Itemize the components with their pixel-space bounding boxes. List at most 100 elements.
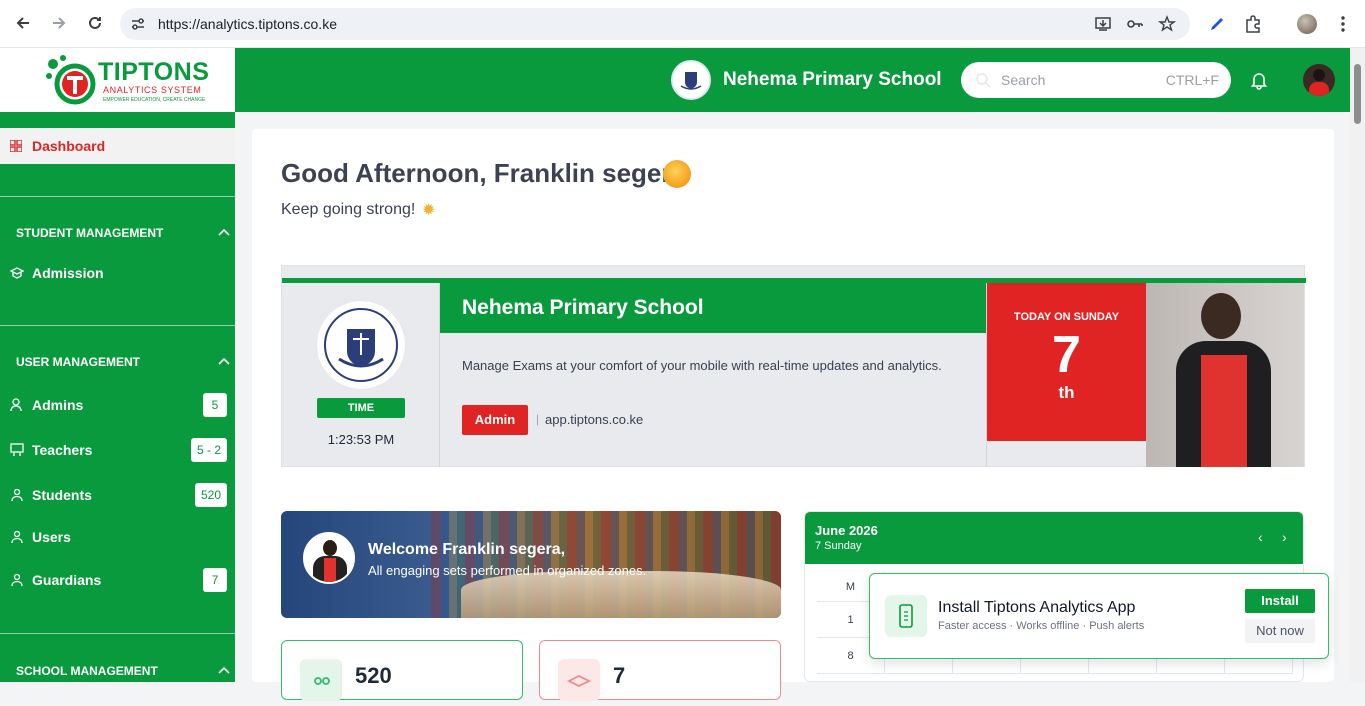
greeting-subtitle: Keep going strong! <box>281 201 416 218</box>
graduation-cap-icon <box>558 659 600 701</box>
calendar-prev-button[interactable]: ‹ <box>1258 529 1263 545</box>
calendar-header: June 2026 7 Sunday ‹ › <box>805 512 1303 564</box>
time-value: 1:23:53 PM <box>327 432 395 447</box>
sidebar-item-label: Admins <box>32 397 84 413</box>
section-student-management[interactable]: STUDENT MANAGEMENT <box>16 226 163 240</box>
sidebar-item-label: Users <box>32 529 71 545</box>
calendar-month: June 2026 <box>815 523 878 538</box>
admin-role-button[interactable]: Admin <box>462 405 528 435</box>
sidebar-item-dashboard[interactable]: Dashboard <box>0 128 235 164</box>
sidebar-item-label: Dashboard <box>32 138 106 154</box>
graduation-cap-icon <box>10 267 24 279</box>
bookmark-star-icon[interactable] <box>1158 15 1176 33</box>
extension-pen-icon[interactable] <box>1207 14 1227 34</box>
sidebar-item-label: Students <box>32 487 92 503</box>
search-icon <box>976 73 991 88</box>
extensions-puzzle-icon[interactable] <box>1243 14 1263 34</box>
sidebar-item-admins[interactable]: Admins 5 <box>0 393 235 418</box>
logo-subtitle: ANALYTICS SYSTEM <box>103 85 202 95</box>
sidebar-item-label: Teachers <box>32 442 93 458</box>
sidebar-item-label: Guardians <box>32 572 102 588</box>
sidebar: Dashboard STUDENT MANAGEMENT Admission U… <box>0 112 235 682</box>
sun-icon <box>663 160 691 188</box>
time-label: TIME <box>317 398 405 418</box>
date-heading: TODAY ON SUNDAY <box>1013 311 1120 323</box>
stat-card-students[interactable]: 520 <box>281 640 523 701</box>
page-scrollbar[interactable] <box>1350 48 1365 682</box>
count-badge: 5 - 2 <box>190 438 227 462</box>
search-placeholder: Search <box>1001 72 1046 88</box>
app-link[interactable]: app.tiptons.co.ke <box>545 412 643 427</box>
password-key-icon[interactable] <box>1126 15 1144 33</box>
phone-app-icon <box>885 595 927 637</box>
greeting-heading: Good Afternoon, Franklin segera <box>281 158 686 188</box>
tiptons-logo-mark-icon <box>46 55 96 105</box>
users-group-icon <box>11 530 23 544</box>
sidebar-item-admission[interactable]: Admission <box>0 262 235 286</box>
school-banner: TIME 1:23:53 PM Nehema Primary School Ma… <box>281 265 1306 467</box>
admin-user-icon <box>10 398 22 412</box>
chevron-up-icon[interactable] <box>218 666 230 674</box>
section-user-management[interactable]: USER MANAGEMENT <box>16 355 140 369</box>
count-badge: 520 <box>194 483 227 507</box>
chevron-up-icon[interactable] <box>218 228 230 236</box>
count-badge: 5 <box>203 393 227 417</box>
header-school-name: Nehema Primary School <box>723 69 942 90</box>
dashboard-grid-icon <box>10 140 22 152</box>
notification-bell-icon[interactable] <box>1249 70 1269 90</box>
banner-separator: | <box>536 412 540 426</box>
count-badge: 7 <box>203 568 227 592</box>
sidebar-item-users[interactable]: Users <box>0 526 235 550</box>
today-date-box: TODAY ON SUNDAY 7 th <box>987 283 1146 441</box>
logo-tagline: EMPOWER EDUCATION, CREATE CHANGE <box>103 97 206 103</box>
teacher-board-icon <box>10 443 24 456</box>
install-button[interactable]: Install <box>1245 589 1315 613</box>
sidebar-item-guardians[interactable]: Guardians 7 <box>0 568 235 593</box>
students-group-icon <box>11 488 23 502</box>
scrollbar-thumb[interactable] <box>1354 64 1361 124</box>
calendar-next-button[interactable]: › <box>1282 529 1287 545</box>
sidebar-divider <box>0 325 235 326</box>
install-app-toast: Install Tiptons Analytics App Faster acc… <box>869 573 1329 659</box>
site-settings-icon[interactable] <box>130 16 146 32</box>
chevron-up-icon[interactable] <box>218 357 230 365</box>
welcome-subtitle: All engaging sets performed in organized… <box>368 563 647 578</box>
students-icon <box>300 659 342 701</box>
banner-school-title: Nehema Primary School <box>462 296 704 319</box>
reload-icon[interactable] <box>86 14 104 32</box>
sidebar-item-students[interactable]: Students 520 <box>0 483 235 508</box>
address-bar[interactable]: https://analytics.tiptons.co.ke <box>120 8 1190 40</box>
banner-description: Manage Exams at your comfort of your mob… <box>462 358 942 373</box>
menu-kebab-icon[interactable] <box>1333 14 1353 34</box>
logo-title: TIPTONS <box>98 58 210 86</box>
search-shortcut: CTRL+F <box>1165 72 1219 88</box>
welcome-card: Welcome Franklin segera, All engaging se… <box>281 511 781 618</box>
stat-value: 520 <box>355 663 392 688</box>
section-school-management[interactable]: SCHOOL MANAGEMENT <box>16 664 158 678</box>
toast-title: Install Tiptons Analytics App <box>938 599 1136 616</box>
sidebar-item-label: Admission <box>32 265 104 281</box>
back-arrow-icon[interactable] <box>14 14 32 32</box>
url-text[interactable]: https://analytics.tiptons.co.ke <box>158 16 337 32</box>
school-badge-icon <box>671 60 711 100</box>
profile-icon[interactable] <box>1297 14 1317 34</box>
user-photo <box>1146 283 1304 467</box>
calendar-selected-day: 7 Sunday <box>815 540 862 552</box>
sparkle-sun-icon: ✹ <box>422 202 436 219</box>
date-day: 7 <box>1052 326 1081 384</box>
welcome-title: Welcome Franklin segera, <box>368 541 566 558</box>
install-app-icon[interactable] <box>1094 15 1112 33</box>
sidebar-divider <box>0 196 235 197</box>
date-suffix: th <box>1058 383 1075 402</box>
guardians-group-icon <box>11 573 23 587</box>
stat-card-guardians[interactable]: 7 <box>539 640 781 701</box>
browser-toolbar: https://analytics.tiptons.co.ke <box>0 0 1365 48</box>
sidebar-item-teachers[interactable]: Teachers 5 - 2 <box>0 438 235 463</box>
user-avatar[interactable] <box>1303 64 1335 96</box>
search-input[interactable]: Search CTRL+F <box>961 62 1231 98</box>
banner-title-bar: Nehema Primary School <box>440 283 986 333</box>
tiptons-logo[interactable]: TIPTONS ANALYTICS SYSTEM EMPOWER EDUCATI… <box>0 48 235 112</box>
forward-arrow-icon[interactable] <box>50 14 68 32</box>
not-now-button[interactable]: Not now <box>1245 619 1315 643</box>
school-crest-icon <box>317 301 405 389</box>
